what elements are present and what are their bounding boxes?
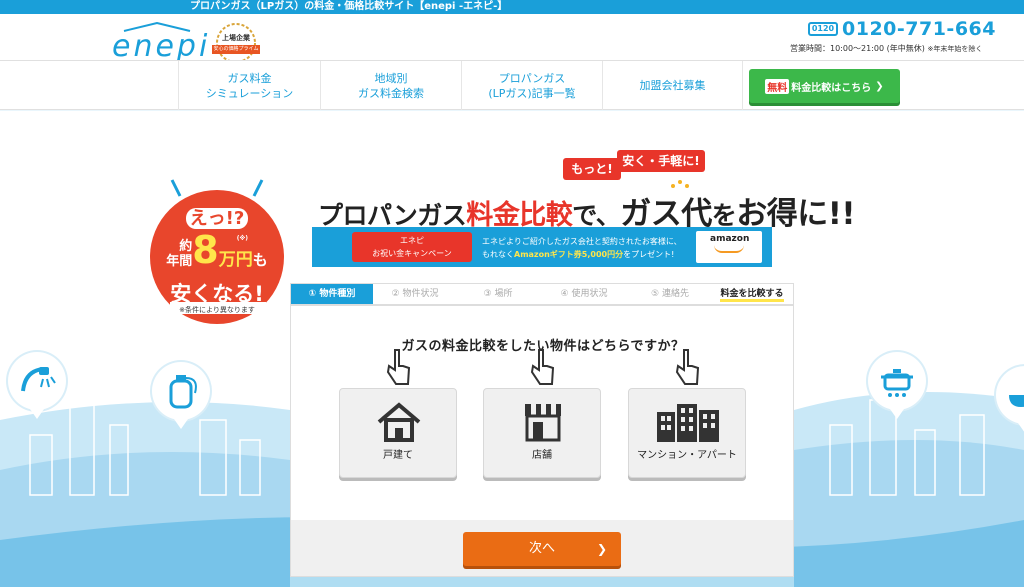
form-steps: ① 物件種別 ② 物件状況 ③ 場所 ④ 使用状況 ⑤ 連絡先 料金を比較する (290, 283, 794, 305)
amazon-smile-icon (714, 245, 744, 253)
badge-ribbon: 安心の価格プライム (212, 45, 260, 54)
apartment-icon (657, 404, 719, 442)
campaign-text-line1: エネピよりご紹介したガス会社と契約されたお客様に、 (482, 237, 682, 246)
pointing-hand-icon (386, 349, 411, 385)
campaign-text-2c: をプレゼント! (623, 250, 675, 259)
gas-cylinder-icon (169, 375, 197, 409)
nav-partner-recruit[interactable]: 加盟会社募集 (602, 61, 743, 110)
cooking-pot-bubble (868, 352, 926, 419)
headline-part-c: で、 (572, 201, 621, 230)
burst-note-mark: (※) (236, 235, 249, 242)
choice-label: マンション・アパート (637, 450, 737, 461)
burst-prefix-year: 年間 (166, 253, 193, 269)
badge-title: 上場企業 (222, 34, 250, 42)
step-contact: ⑤ 連絡先 (651, 289, 689, 299)
burst-suffix: も (252, 251, 268, 269)
nav-area-search[interactable]: 地域別 ガス料金検索 (320, 61, 461, 110)
step-compare-label: 料金を比較する (720, 289, 784, 302)
property-type-form: ガスの料金比較をしたい物件はどちらですか？ 戸建て 店舗 マンション・アパート … (290, 305, 794, 577)
header: enepi 上場企業 安心の価格プライム 0120 0120-771-664 営業… (0, 14, 1024, 63)
phone-number[interactable]: 0120 0120-771-664 (808, 18, 996, 40)
burst-prefix-approx: 約 (179, 238, 193, 254)
nav-gas-simulation[interactable]: ガス料金 シミュレーション (178, 61, 320, 110)
laurel-icon (216, 23, 256, 63)
compare-cta-button[interactable]: 無料 料金比較はこちら ❯ (749, 69, 900, 103)
step-location: ③ 場所 (483, 289, 513, 299)
burst-number: 8 (192, 228, 219, 272)
headline-part-e: を (711, 201, 737, 230)
tag-cheap-easy: 安く・手軽に! (617, 150, 705, 172)
tag-more: もっと! (563, 158, 621, 180)
logo[interactable]: enepi (112, 22, 207, 62)
next-button-label: 次へ (528, 541, 555, 556)
gas-cylinder-bubble (152, 362, 210, 429)
choice-detached-house[interactable]: 戸建て (339, 388, 457, 478)
choice-label: 店舗 (532, 450, 552, 461)
choice-store[interactable]: 店舗 (483, 388, 601, 478)
step-property-type: ① 物件種別 (291, 284, 373, 304)
headline-part-a: プロパンガス (318, 201, 467, 230)
compare-cta-label: 料金比較はこちら (791, 82, 872, 94)
choice-apartment[interactable]: マンション・アパート (628, 388, 746, 478)
chevron-right-icon: ❯ (596, 542, 607, 556)
pointing-hand-icon (675, 349, 700, 385)
freedial-icon: 0120 (808, 22, 838, 36)
store-icon (525, 404, 561, 442)
choice-label: 戸建て (383, 450, 413, 461)
chevron-right-icon: ❯ (875, 80, 884, 92)
campaign-text-2a: もれなく (482, 250, 514, 259)
business-hours-text: 営業時間：10:00～21:00 (年中無休) (790, 44, 925, 53)
burst-unit: 万円 (218, 250, 253, 270)
step-compare: 料金を比較する (711, 284, 793, 304)
nav-articles[interactable]: プロパンガス (LPガス)記事一覧 (461, 61, 602, 110)
listed-company-badge: 上場企業 安心の価格プライム (210, 22, 262, 64)
amazon-logo: amazon (710, 234, 750, 244)
shower-bubble (8, 352, 66, 419)
burst-exclaim: えっ!? (150, 204, 284, 230)
bath-icon (1009, 395, 1024, 407)
burst-note: ※条件により異なります (179, 306, 255, 314)
top-bar: プロパンガス（LPガス）の料金・価格比較サイト【enepi -エネピ-】 (0, 0, 1024, 14)
campaign-ribbon: エネピ お祝い金キャンペーン (352, 232, 472, 262)
cooking-pot-icon (881, 369, 913, 397)
logo-text: enepi (112, 29, 211, 64)
campaign-text: エネピよりご紹介したガス会社と契約されたお客様に、 もれなくAmazonギフト券… (482, 235, 682, 261)
top-bar-text: プロパンガス（LPガス）の料金・価格比較サイト【enepi -エネピ-】 (190, 1, 508, 12)
business-hours-note: ※年末年始を除く (927, 45, 983, 53)
shower-icon (21, 367, 56, 392)
form-footer: 次へ ❯ (291, 520, 793, 576)
house-icon (377, 402, 421, 442)
next-button[interactable]: 次へ ❯ (463, 532, 621, 566)
global-nav: ガス料金 シミュレーション 地域別 ガス料金検索 プロパンガス (LPガス)記事… (0, 60, 1024, 110)
step-property-status: ② 物件状況 (391, 289, 439, 299)
pointing-hand-icon (530, 349, 555, 385)
business-hours: 営業時間：10:00～21:00 (年中無休) ※年末年始を除く (790, 43, 982, 54)
step-usage: ④ 使用状況 (560, 289, 608, 299)
campaign-banner[interactable]: エネピ お祝い金キャンペーン エネピよりご紹介したガス会社と契約されたお客様に、… (312, 227, 772, 267)
campaign-text-2b: Amazonギフト券5,000円分 (514, 250, 624, 259)
amazon-gift-card: amazon (696, 231, 762, 263)
savings-burst: えっ!? 約 年間 8万円 (※) も 安くなる! ※条件により異なります (150, 179, 284, 324)
phone-number-text: 0120-771-664 (842, 18, 996, 40)
free-label: 無料 (765, 78, 790, 94)
burst-amount: 約 年間 8万円 (※) も (150, 228, 284, 272)
